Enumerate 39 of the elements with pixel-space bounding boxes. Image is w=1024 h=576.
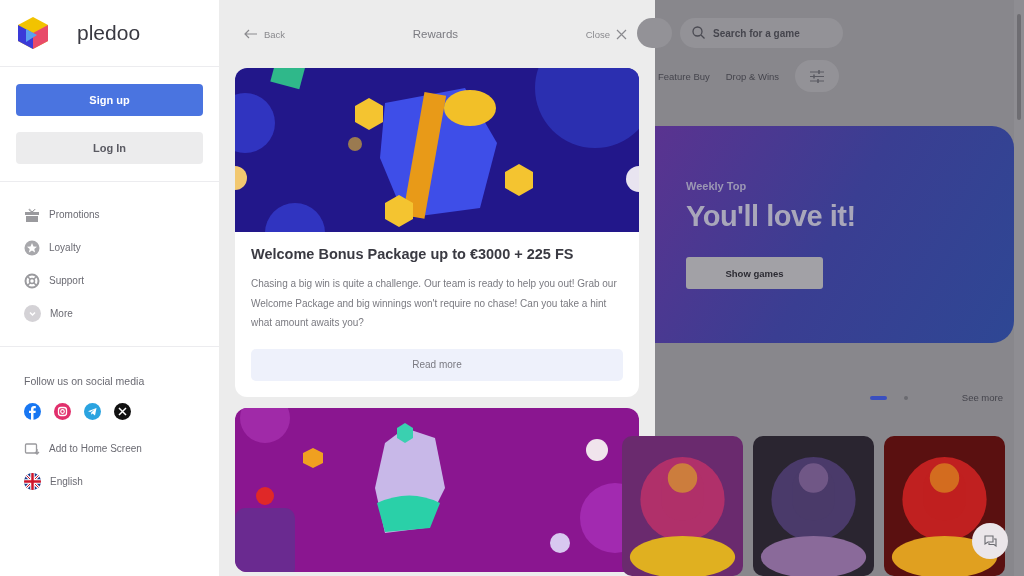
download-screen-icon: [24, 440, 40, 457]
social-media-heading: Follow us on social media: [24, 375, 146, 387]
telegram-icon[interactable]: [84, 403, 101, 420]
promo-description: Chasing a big win is quite a challenge. Our team is ready to help you out! Grab our Welcome Package and big winnings won't require no chase! Can you take a hint what amount awaits you?: [251, 277, 618, 330]
language-selector[interactable]: English: [24, 473, 195, 490]
nav-item[interactable]: Support: [24, 272, 195, 289]
search-field[interactable]: Search for a game: [680, 18, 843, 48]
facebook-icon[interactable]: [24, 403, 41, 420]
close-button[interactable]: Close: [585, 28, 627, 40]
banner-title: You'll love it!: [686, 200, 857, 233]
read-more-button[interactable]: Read more: [251, 348, 623, 381]
close-icon: [616, 28, 627, 40]
sign-up-button[interactable]: Sign up: [16, 84, 203, 116]
x-icon[interactable]: [114, 403, 131, 420]
search-icon: [692, 26, 705, 39]
scrollbar[interactable]: [1014, 0, 1024, 576]
nav-item[interactable]: Loyalty: [24, 239, 195, 256]
banner-eyebrow: Weekly Top: [686, 180, 748, 192]
category-pill[interactable]: [637, 18, 672, 48]
add-to-home-screen-link[interactable]: Add to Home Screen: [24, 440, 195, 457]
instagram-icon[interactable]: [54, 403, 71, 420]
log-in-button[interactable]: Log In: [16, 132, 203, 164]
lifebuoy-icon: [24, 272, 40, 289]
arrow-left-icon: [244, 29, 258, 39]
nav-item[interactable]: Promotions: [24, 206, 195, 223]
filter-settings-button[interactable]: [795, 60, 840, 92]
promo-title: Welcome Bonus Package up to €3000 + 225 FS: [251, 246, 575, 262]
nav-item[interactable]: More: [24, 305, 195, 322]
chevron-down-icon: [24, 305, 41, 322]
gift-icon: [24, 206, 40, 223]
show-games-button[interactable]: Show games: [686, 257, 823, 289]
flag-icon: [24, 473, 41, 490]
carousel-dot[interactable]: [903, 395, 908, 400]
panel-title: Rewards: [412, 28, 459, 40]
chat-icon: [983, 535, 997, 547]
logo-icon: [17, 16, 49, 50]
logo-text: pledoo: [77, 21, 141, 45]
sliders-icon: [810, 69, 825, 83]
back-link[interactable]: Back: [244, 28, 286, 40]
